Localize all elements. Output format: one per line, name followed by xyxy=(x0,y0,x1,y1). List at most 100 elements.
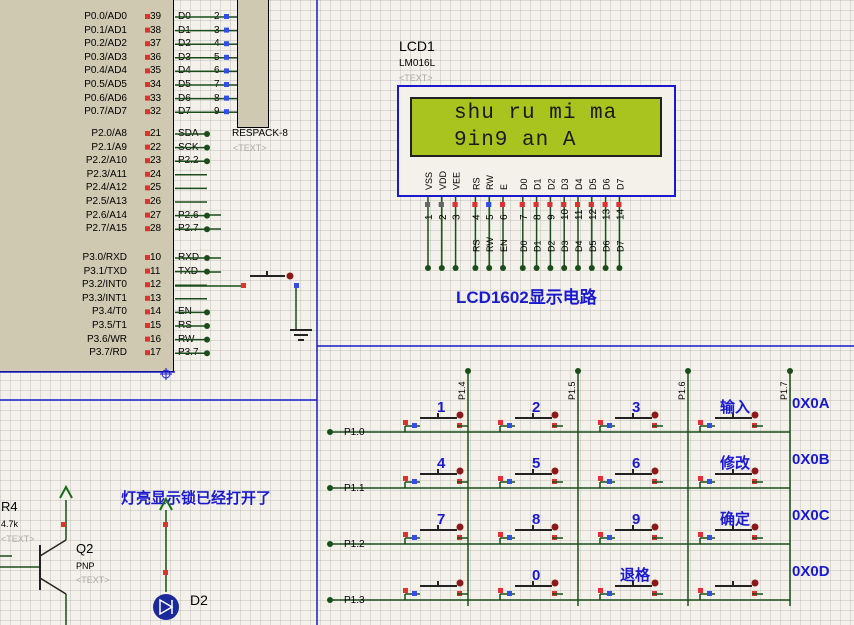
pin-marker-red xyxy=(145,41,150,47)
net-terminal xyxy=(547,265,554,271)
key-switch-terminal xyxy=(651,467,659,475)
key-label: 1 xyxy=(437,399,445,416)
lcd-pin-number: 1 xyxy=(424,214,435,220)
pin-marker-red xyxy=(698,476,703,481)
lcd-pin-name: VDD xyxy=(438,170,448,190)
net-terminal xyxy=(787,368,793,374)
row-label: P1.2 xyxy=(344,539,365,550)
lcd-pin-number: 5 xyxy=(485,214,496,220)
pin-marker xyxy=(472,202,478,207)
pin-marker-red xyxy=(698,420,703,425)
lcd-net-label: D1 xyxy=(533,240,543,252)
net-terminal xyxy=(204,131,210,137)
key-label: 0 xyxy=(532,567,540,584)
pin-marker xyxy=(561,202,567,207)
lcd-pin-number: 12 xyxy=(588,208,599,220)
net-terminal xyxy=(575,265,581,271)
pin-marker-blue xyxy=(224,95,229,101)
lcd-pin-name: D3 xyxy=(560,178,570,190)
lcd-net-label: RS xyxy=(471,239,481,252)
lcd-net-label: D3 xyxy=(560,240,570,252)
pin-marker-red xyxy=(145,14,150,19)
pin-marker-red xyxy=(598,420,603,425)
pin-marker-red xyxy=(145,109,150,115)
lcd-pin-number: 9 xyxy=(546,214,557,220)
net-terminal xyxy=(452,265,459,271)
pin-marker-red xyxy=(145,226,150,232)
lcd-pin-name: VEE xyxy=(452,172,462,190)
key-label: 退格 xyxy=(620,566,651,584)
net-terminal xyxy=(204,309,210,316)
pin-marker-blue xyxy=(707,535,712,540)
column-label: P1.6 xyxy=(677,381,687,400)
net-terminal xyxy=(465,368,471,374)
pin-marker-blue xyxy=(707,479,712,484)
pin-marker-blue xyxy=(507,479,512,484)
key-switch-terminal xyxy=(551,579,559,587)
pin-marker-red xyxy=(145,144,150,150)
pin-marker-red xyxy=(145,82,150,87)
key-switch-terminal xyxy=(751,523,759,531)
pin-marker-red xyxy=(403,588,408,593)
key-label: 2 xyxy=(532,399,540,416)
lcd-pin-name: D2 xyxy=(546,178,556,190)
hex-code-label: 0X0C xyxy=(792,507,830,524)
lcd-pin-number: 4 xyxy=(471,214,482,220)
key-switch-terminal xyxy=(651,579,659,587)
pin-marker xyxy=(616,202,622,207)
pin-marker-blue xyxy=(412,591,417,596)
pin-marker-red xyxy=(498,476,503,481)
key-switch-terminal xyxy=(456,523,464,531)
pin-marker-blue xyxy=(607,591,612,596)
key-label: 8 xyxy=(532,511,540,528)
lcd-pin-number: 10 xyxy=(560,208,571,220)
net-terminal xyxy=(204,350,210,357)
net-terminal xyxy=(561,265,568,271)
net-terminal xyxy=(519,265,526,271)
schematic-canvas: P0.0/AD039D02P0.1/AD138D13P0.2/AD237D24P… xyxy=(0,0,854,625)
net-terminal xyxy=(327,485,333,491)
pin-marker-blue xyxy=(607,535,612,540)
pin-marker xyxy=(500,202,505,207)
key-switch-terminal xyxy=(456,467,464,475)
pin-marker-red xyxy=(145,27,150,33)
key-switch-terminal xyxy=(456,579,464,587)
pin-marker-red xyxy=(498,420,503,425)
pin-marker-red xyxy=(403,532,408,537)
net-terminal xyxy=(204,158,210,165)
key-switch-terminal xyxy=(551,523,559,531)
net-terminal xyxy=(575,368,581,374)
pin-marker-red xyxy=(145,323,150,328)
lcd-pin-name: RS xyxy=(471,177,481,190)
pin-marker xyxy=(486,202,492,207)
net-terminal xyxy=(500,265,506,271)
pin-marker-red xyxy=(403,420,408,425)
key-label: 修改 xyxy=(719,454,751,472)
lcd-pin-name: D7 xyxy=(615,178,625,190)
pin-marker-red xyxy=(598,588,603,593)
key-switch-terminal xyxy=(751,579,759,587)
net-terminal xyxy=(685,368,691,374)
pin-marker xyxy=(547,202,553,207)
net-terminal xyxy=(204,144,210,151)
pin-marker-red xyxy=(145,336,150,342)
net-terminal xyxy=(472,265,479,271)
pin-marker-red xyxy=(163,570,168,575)
pin-marker xyxy=(519,202,525,207)
pin-marker-blue xyxy=(707,423,712,428)
lcd-pin-number: 6 xyxy=(499,214,510,220)
pin-marker-red xyxy=(145,54,150,60)
key-label: 3 xyxy=(632,399,640,416)
net-terminal xyxy=(204,323,210,329)
pin-marker-red xyxy=(145,282,150,288)
pin-marker-blue xyxy=(224,41,229,47)
led-d2-icon xyxy=(153,594,179,620)
lcd-net-label: RW xyxy=(485,237,495,252)
pin-marker xyxy=(588,202,594,207)
key-switch-terminal xyxy=(551,467,559,475)
pin-marker-red xyxy=(598,532,603,537)
pin-marker-red xyxy=(145,68,150,74)
lcd-pin-number: 2 xyxy=(438,214,449,220)
lcd-pin-name: D0 xyxy=(519,178,529,190)
key-label: 5 xyxy=(532,455,540,472)
